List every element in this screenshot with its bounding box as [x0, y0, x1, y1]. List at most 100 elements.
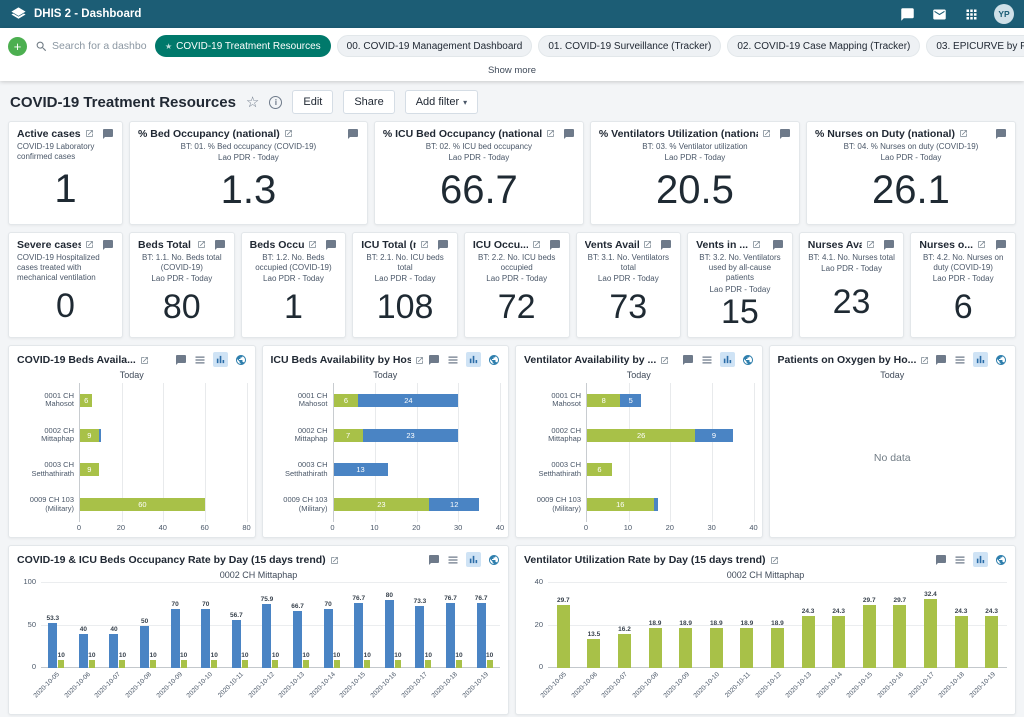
dashboard-search[interactable] [35, 40, 147, 53]
open-in-app-icon[interactable] [85, 129, 94, 138]
apps-icon[interactable] [964, 7, 979, 22]
dashboard-chip[interactable]: 00. COVID-19 Management Dashboard [337, 35, 533, 57]
interpretations-icon[interactable] [563, 128, 575, 140]
map-view-icon[interactable] [995, 554, 1007, 566]
column-bar: 18.9 [679, 628, 692, 668]
stat-card: Beds Occupie...BT: 1.2. No. Beds occupie… [241, 232, 347, 338]
chart-view-icon[interactable] [720, 352, 735, 367]
interpretations-icon[interactable] [214, 239, 226, 251]
open-in-app-icon[interactable] [546, 129, 555, 138]
interpretations-icon[interactable] [660, 239, 672, 251]
column-value-label: 10 [455, 652, 462, 659]
gridline [754, 383, 755, 522]
messages-icon[interactable] [932, 7, 947, 22]
open-in-app-icon[interactable] [308, 240, 317, 249]
gridline [247, 383, 248, 522]
interpretations-icon[interactable] [102, 128, 114, 140]
search-input[interactable] [52, 40, 147, 52]
stat-card: % Nurses on Duty (national)BT: 04. % Nur… [806, 121, 1016, 225]
card-title: ICU Total (nat... [361, 239, 416, 252]
open-in-app-icon[interactable] [959, 129, 968, 138]
info-icon[interactable]: i [269, 96, 282, 109]
category-label: 0002 CH Mittaphap [17, 418, 79, 453]
user-avatar[interactable]: YP [994, 4, 1014, 24]
interpretations-icon[interactable] [995, 128, 1007, 140]
map-view-icon[interactable] [488, 554, 500, 566]
interpretations-icon[interactable] [347, 128, 359, 140]
map-view-icon[interactable] [995, 354, 1007, 366]
open-in-app-icon[interactable] [420, 240, 429, 249]
open-in-app-icon[interactable] [85, 240, 94, 249]
chart-view-icon[interactable] [213, 352, 228, 367]
open-in-app-icon[interactable] [415, 356, 424, 365]
interpretations-icon[interactable] [682, 354, 694, 366]
chart-view-icon[interactable] [973, 552, 988, 567]
open-in-app-icon[interactable] [977, 240, 986, 249]
table-view-icon[interactable] [447, 554, 459, 566]
chart-view-icon[interactable] [466, 552, 481, 567]
open-in-app-icon[interactable] [330, 556, 339, 565]
chart-view-icon[interactable] [973, 352, 988, 367]
table-view-icon[interactable] [447, 354, 459, 366]
dashboard-chip[interactable]: 02. COVID-19 Case Mapping (Tracker) [727, 35, 920, 57]
card-period: Lao PDR - Today [599, 153, 791, 163]
open-in-app-icon[interactable] [284, 129, 293, 138]
table-view-icon[interactable] [701, 354, 713, 366]
card-subtitle: BT: 04. % Nurses on duty (COVID-19) [815, 142, 1007, 152]
column-bar: 10 [181, 660, 187, 669]
dashboard-chip[interactable]: 03. EPICURVE by Province [926, 35, 1024, 57]
hospital-charts-row: COVID-19 Beds Availa...Today0001 CH Maho… [8, 345, 1016, 538]
column-value-label: 80 [386, 592, 393, 599]
interpretations-icon[interactable] [102, 239, 114, 251]
interpretations-icon[interactable] [995, 239, 1007, 251]
x-tick-label: 40 [159, 523, 167, 532]
open-in-app-icon[interactable] [140, 356, 149, 365]
open-in-app-icon[interactable] [752, 240, 761, 249]
table-view-icon[interactable] [194, 354, 206, 366]
interpretations-icon[interactable] [428, 554, 440, 566]
dashboard-chip-selected[interactable]: ★ COVID-19 Treatment Resources [155, 35, 331, 57]
x-tick-label: 20 [666, 523, 674, 532]
table-view-icon[interactable] [954, 354, 966, 366]
interpretations-icon[interactable] [437, 239, 449, 251]
interpretations-icon[interactable] [549, 239, 561, 251]
chart-view-icon[interactable] [466, 352, 481, 367]
interpretations-icon[interactable] [935, 554, 947, 566]
open-in-app-icon[interactable] [197, 240, 206, 249]
map-view-icon[interactable] [235, 354, 247, 366]
interpretations-icon[interactable] [325, 239, 337, 251]
table-view-icon[interactable] [954, 554, 966, 566]
edit-button[interactable]: Edit [292, 90, 333, 114]
open-in-app-icon[interactable] [643, 240, 652, 249]
card-subtitle: COVID-19 Laboratory confirmed cases [17, 142, 114, 163]
add-filter-button[interactable]: Add filter ▾ [405, 90, 478, 114]
interpretations-icon[interactable] [175, 354, 187, 366]
interpretations-icon[interactable] [900, 7, 915, 22]
open-in-app-icon[interactable] [660, 356, 669, 365]
interpretations-icon[interactable] [935, 354, 947, 366]
stat-value: 108 [361, 285, 449, 333]
bar-segment: 6 [334, 394, 359, 407]
chart-card: ICU Beds Availability by Hos...Today0001… [262, 345, 510, 538]
y-tick-label: 20 [535, 620, 543, 629]
open-in-app-icon[interactable] [532, 240, 541, 249]
open-in-app-icon[interactable] [762, 129, 771, 138]
map-view-icon[interactable] [742, 354, 754, 366]
x-tick-label: 20 [117, 523, 125, 532]
open-in-app-icon[interactable] [770, 556, 779, 565]
open-in-app-icon[interactable] [866, 240, 875, 249]
card-title: ICU Occu... [473, 239, 528, 252]
interpretations-icon[interactable] [772, 239, 784, 251]
show-more-button[interactable]: Show more [0, 64, 1024, 81]
map-view-icon[interactable] [488, 354, 500, 366]
favorite-star-icon[interactable]: ☆ [246, 95, 259, 110]
category-label: 0003 CH Setthathirath [524, 453, 586, 488]
interpretations-icon[interactable] [883, 239, 895, 251]
dashboard-chip[interactable]: 01. COVID-19 Surveillance (Tracker) [538, 35, 721, 57]
new-dashboard-button[interactable]: + [8, 37, 27, 56]
share-button[interactable]: Share [343, 90, 394, 114]
open-in-app-icon[interactable] [920, 356, 929, 365]
interpretations-icon[interactable] [779, 128, 791, 140]
interpretations-icon[interactable] [428, 354, 440, 366]
dhis2-logo-icon[interactable] [10, 6, 27, 23]
